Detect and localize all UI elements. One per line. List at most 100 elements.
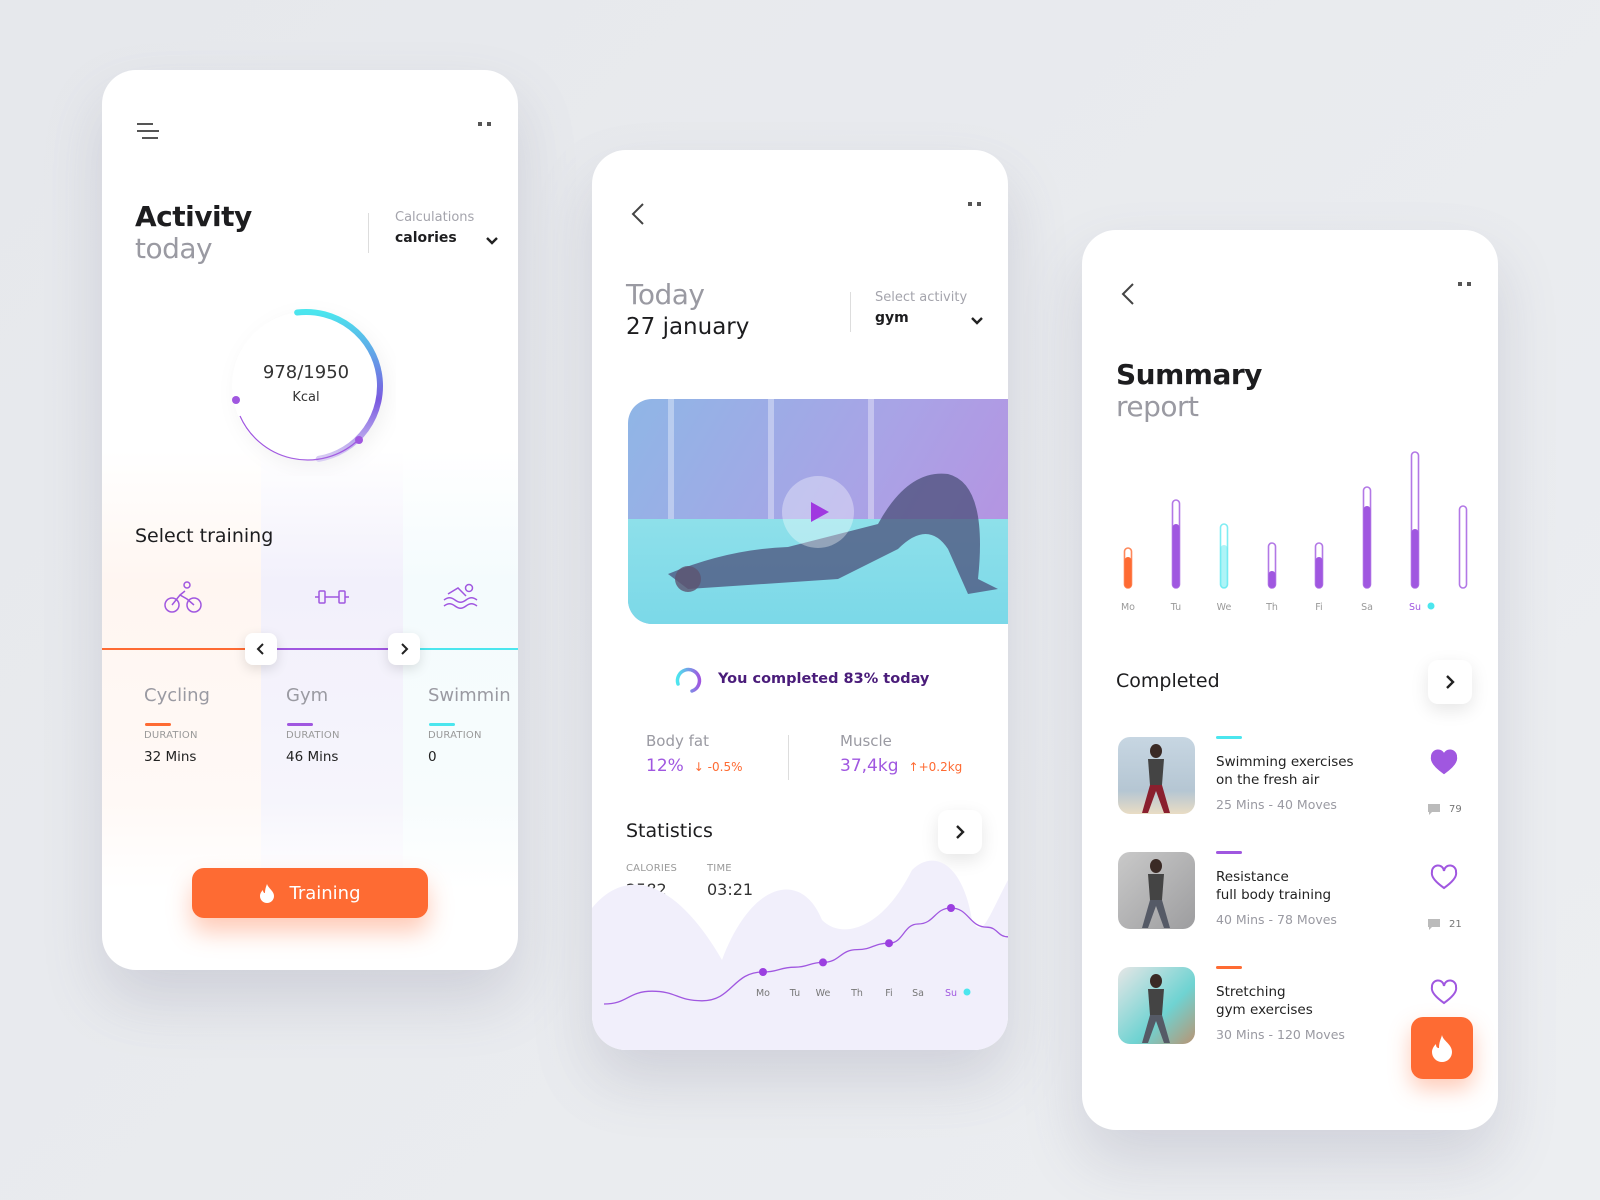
divider (850, 292, 851, 332)
training-color-bar (287, 723, 313, 726)
heart-icon[interactable] (1430, 749, 1458, 775)
bar-label-Sa: Sa (1361, 602, 1373, 613)
ring-value: 978/1950 (262, 362, 350, 383)
item-meta: 40 Mins - 78 Moves (1216, 912, 1337, 927)
slider-track-cycling (102, 648, 262, 650)
select-label: Select activity (875, 290, 968, 305)
activity-card: Activity today Calculations calories 978… (102, 70, 518, 970)
bar-Su (1411, 529, 1419, 588)
statistics-line-chart: Mo Tu We Th Fi Sa Su (592, 860, 1008, 1050)
highlight-dot (963, 988, 971, 996)
activity-select[interactable]: Select activity gym (875, 290, 983, 326)
fab-training-button[interactable] (1411, 1017, 1473, 1079)
menu-icon[interactable] (136, 122, 160, 140)
bar-label-We: We (1217, 602, 1232, 613)
more-dots-icon[interactable] (968, 202, 982, 207)
item-color-bar (1216, 966, 1242, 969)
completed-text: You completed 83% today (718, 671, 930, 687)
comments-count[interactable]: 21 (1427, 918, 1462, 931)
bar-label-Fi: Fi (1315, 602, 1322, 613)
data-point-Mo (759, 968, 767, 976)
comment-icon (1428, 804, 1440, 815)
data-point-Fi (885, 939, 893, 948)
bar-Tu (1172, 524, 1180, 588)
duration-label: DURATION (428, 730, 482, 741)
bicycle-icon (164, 581, 202, 613)
list-item[interactable]: Swimming exercises on the fresh air 25 Mi… (1118, 736, 1488, 817)
duration-label: DURATION (286, 730, 340, 741)
training-item[interactable]: Gym DURATION 46 Mins (286, 685, 340, 765)
training-item[interactable]: Cycling DURATION 32 Mins (144, 685, 210, 765)
muscle-label: Muscle (840, 732, 892, 750)
bar-goal-extra (1458, 505, 1468, 589)
item-thumbnail (1118, 967, 1195, 1044)
x-label-Th: Th (850, 988, 863, 999)
flame-icon (1432, 1035, 1452, 1062)
chevron-right-icon (401, 643, 409, 655)
list-item[interactable]: Resistance full body training 40 Mins - 7… (1118, 851, 1488, 932)
bar-label-Tu: Tu (1170, 602, 1181, 613)
slider-track-swimming (404, 648, 518, 650)
calculations-select[interactable]: Calculations calories (395, 210, 498, 246)
calc-value: calories (395, 230, 457, 246)
more-dots-icon[interactable] (478, 122, 492, 127)
page-title: Summary (1116, 358, 1262, 391)
summary-card: Summary report Mo Tu We Th Fi Sa Su Completed … (1082, 230, 1498, 1130)
item-title: Stretching gym exercises (1216, 984, 1313, 1018)
comments-count[interactable]: 79 (1427, 803, 1462, 816)
completed-title: Completed (1116, 670, 1220, 692)
body-fat-value: 12% (646, 756, 684, 776)
dumbbell-icon (315, 590, 349, 604)
bar-label-Su: Su (1409, 602, 1421, 613)
muscle-stat: Muscle 37,4kg ↑+0.2kg (840, 732, 962, 776)
chevron-down-icon (971, 317, 983, 325)
prev-training-button[interactable] (245, 633, 277, 665)
chevron-right-icon (1446, 675, 1455, 689)
arrow-up-icon: ↑ (908, 760, 919, 774)
section-title: Select training (135, 525, 274, 547)
x-label-We: We (816, 988, 831, 999)
x-label-Mo: Mo (756, 988, 770, 999)
chevron-right-icon (956, 825, 965, 839)
divider (788, 735, 789, 780)
bar-Fi (1315, 557, 1323, 588)
item-title: Swimming exercises on the fresh air (1216, 754, 1354, 788)
play-icon (811, 502, 829, 522)
heart-icon[interactable] (1430, 864, 1458, 890)
x-label-Su: Su (945, 988, 957, 999)
highlight-dot (1427, 602, 1435, 610)
next-training-button[interactable] (388, 633, 420, 665)
training-column-cycling[interactable] (102, 450, 261, 890)
item-color-bar (1216, 851, 1242, 854)
more-dots-icon[interactable] (1458, 282, 1472, 287)
training-name: Swimmin (428, 685, 511, 706)
training-name: Gym (286, 685, 329, 706)
back-arrow-icon[interactable] (1118, 282, 1142, 306)
video-thumbnail[interactable] (628, 399, 1008, 624)
statistics-next-button[interactable] (938, 810, 982, 854)
back-arrow-icon[interactable] (628, 202, 652, 226)
body-fat-change: ↓ -0.5% (694, 760, 743, 774)
swimming-icon (443, 583, 478, 609)
body-fat-change-value: -0.5% (707, 760, 743, 774)
item-thumbnail (1118, 737, 1195, 814)
calc-label: Calculations (395, 210, 475, 225)
play-button[interactable] (782, 476, 854, 548)
training-color-bar (145, 723, 171, 726)
chevron-down-icon (486, 237, 498, 245)
ring-unit: Kcal (292, 390, 320, 405)
duration-value: 32 Mins (144, 749, 197, 765)
calorie-ring (232, 309, 383, 462)
bar-Mo (1124, 557, 1132, 588)
training-column-swimming[interactable] (403, 450, 518, 890)
bar-Th (1268, 571, 1276, 588)
training-column-gym[interactable] (261, 450, 403, 890)
training-item[interactable]: Swimmin DURATION 0 (428, 685, 511, 765)
item-meta: 25 Mins - 40 Moves (1216, 797, 1337, 812)
training-button[interactable]: Training (192, 868, 428, 918)
page-subtitle: today (135, 232, 213, 265)
x-label-Sa: Sa (912, 988, 924, 999)
completed-next-button[interactable] (1428, 660, 1472, 704)
heart-icon[interactable] (1430, 979, 1458, 1005)
page-title: Today (626, 278, 705, 311)
